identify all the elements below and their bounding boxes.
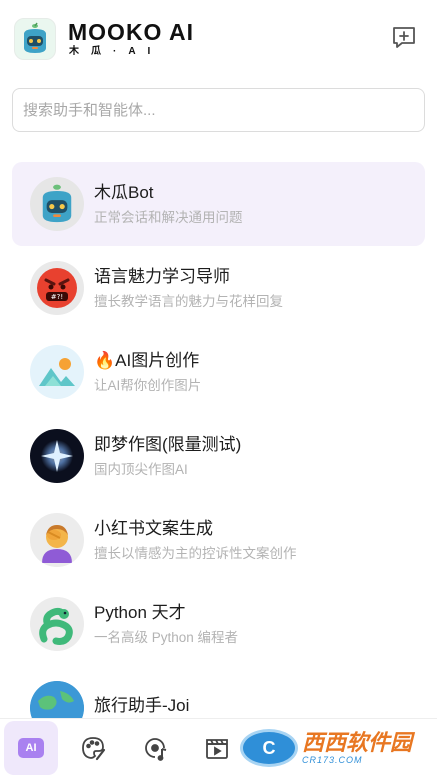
tab-ai-chat[interactable]: AI — [4, 720, 58, 775]
app-header: MOOKO AI 木瓜·AI — [0, 0, 437, 78]
tab-video[interactable] — [190, 721, 244, 775]
item-description: 国内顶尖作图AI — [94, 461, 188, 477]
search-input[interactable] — [23, 101, 414, 119]
item-title: 小红书文案生成 — [94, 518, 213, 538]
item-description: 正常会话和解决通用问题 — [94, 209, 243, 225]
mooko-robot-icon — [30, 177, 84, 231]
item-title: Python 天才 — [94, 602, 186, 622]
item-description: 擅长以情感为主的控诉性文案创作 — [94, 545, 297, 561]
brand-subtitle: 木瓜·AI — [69, 46, 163, 57]
globe-icon — [30, 681, 84, 718]
watermark-badge-icon: C — [240, 729, 298, 767]
ai-chat-icon: AI — [18, 737, 44, 758]
list-item-jimeng[interactable]: 即梦作图(限量测试) 国内顶尖作图AI — [12, 414, 425, 498]
list-item-travel[interactable]: 旅行助手-Joi — [12, 666, 425, 718]
item-description: 一名高级 Python 编程者 — [94, 629, 239, 645]
music-note-icon — [145, 737, 167, 761]
list-item-mooko-bot[interactable]: 木瓜Bot 正常会话和解决通用问题 — [12, 162, 425, 246]
watermark-main-text: 西西软件园 — [302, 729, 413, 755]
item-description: 让AI帮你创作图片 — [94, 377, 202, 393]
item-title: 🔥AI图片创作 — [94, 350, 200, 370]
watermark-sub-text: CR173.COM — [302, 754, 363, 765]
item-title: 语言魅力学习导师 — [94, 266, 230, 286]
item-title: 木瓜Bot — [94, 182, 154, 202]
list-item-language-tutor[interactable]: #?! 语言魅力学习导师 擅长教学语言的魅力与花样回复 — [12, 246, 425, 330]
video-clapper-icon — [206, 738, 228, 759]
list-item-xiaohongshu[interactable]: 小红书文案生成 擅长以情感为主的控诉性文案创作 — [12, 498, 425, 582]
item-description: 擅长教学语言的魅力与花样回复 — [94, 293, 283, 309]
brand-name: MOOKO AI — [68, 19, 194, 45]
ai-chip-label: AI — [25, 741, 37, 754]
mooko-logo-icon — [14, 18, 56, 60]
sparkle-star-icon — [30, 429, 84, 483]
item-title: 即梦作图(限量测试) — [94, 434, 242, 454]
search-box[interactable] — [12, 88, 425, 132]
facepalm-person-icon — [30, 513, 84, 567]
python-snake-icon — [30, 597, 84, 651]
assistant-list: 木瓜Bot 正常会话和解决通用问题 #?! 语言魅力学习导师 擅长教学语言的魅力… — [12, 162, 425, 718]
image-landscape-icon — [30, 345, 84, 399]
svg-text:#?!: #?! — [51, 293, 63, 301]
list-item-ai-image[interactable]: 🔥AI图片创作 让AI帮你创作图片 — [12, 330, 425, 414]
tab-painting[interactable] — [66, 721, 120, 775]
item-title: 旅行助手-Joi — [94, 695, 190, 715]
list-item-python[interactable]: Python 天才 一名高级 Python 编程者 — [12, 582, 425, 666]
new-chat-button[interactable] — [391, 24, 417, 50]
new-chat-icon — [393, 27, 415, 48]
brand: MOOKO AI 木瓜·AI — [68, 21, 194, 57]
tab-music[interactable] — [128, 721, 182, 775]
watermark-logo: C 西西软件园 CR173.COM — [240, 726, 420, 770]
angry-face-icon: #?! — [30, 261, 84, 315]
palette-icon — [82, 736, 106, 760]
